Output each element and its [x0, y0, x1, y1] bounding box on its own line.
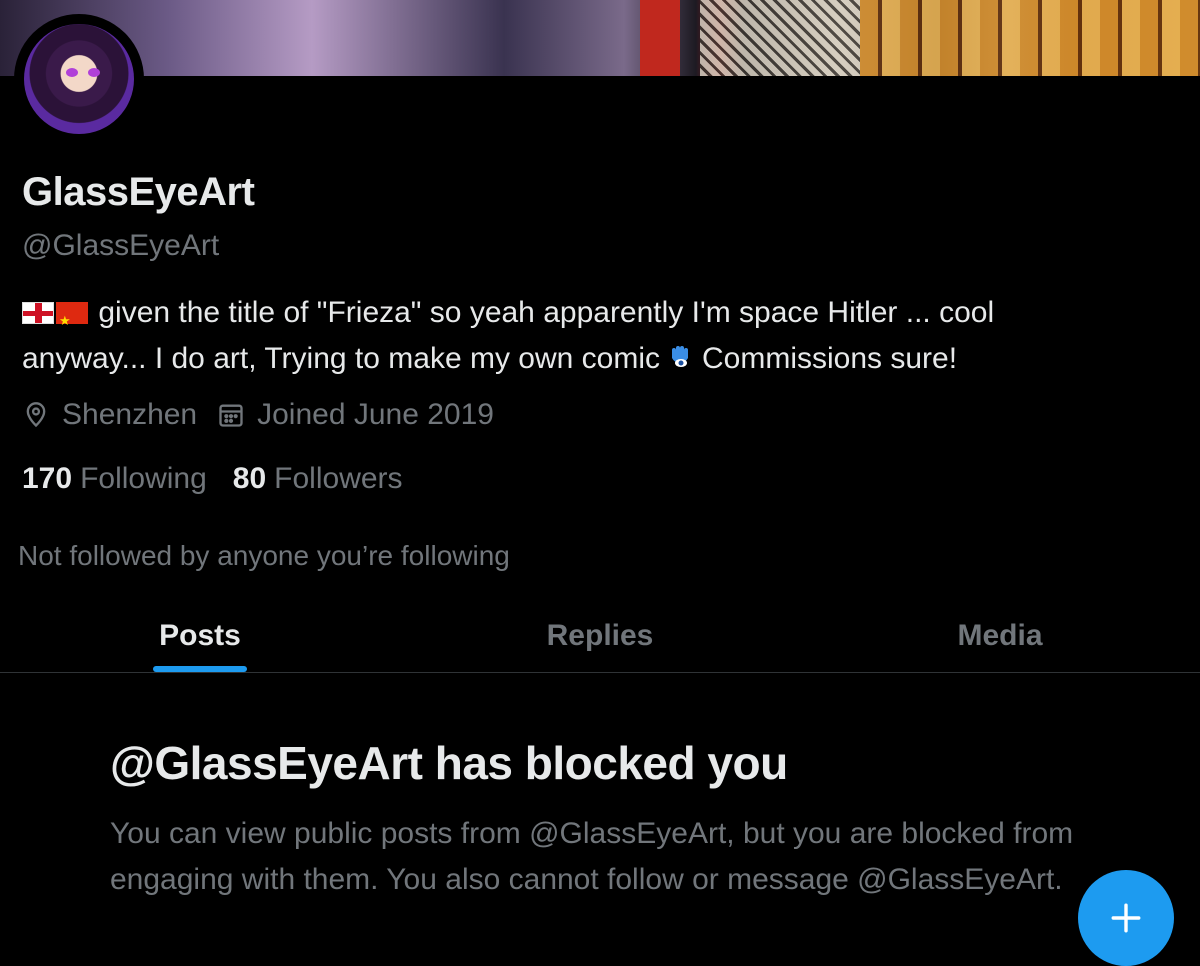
user-handle: @GlassEyeArt: [22, 229, 220, 262]
banner-art-segment: [860, 0, 1200, 76]
followers-link[interactable]: 80 Followers: [233, 462, 403, 496]
banner-art-segment: [640, 0, 680, 76]
tab-label: Replies: [546, 619, 654, 652]
tab-media[interactable]: Media: [800, 600, 1200, 672]
blocked-message: You can view public posts from @GlassEye…: [110, 817, 1074, 896]
following-count: 170: [22, 462, 73, 495]
profile-meta: Shenzhen Joined June 2019: [22, 398, 514, 432]
banner-art-segment: [700, 0, 860, 76]
following-label: Following: [80, 462, 207, 495]
blocked-title: @GlassEyeArt has blocked you: [110, 737, 788, 789]
avatar[interactable]: [14, 14, 144, 144]
avatar-image-detail: [66, 68, 78, 77]
avatar-image-detail: [88, 68, 100, 77]
active-tab-indicator: [153, 666, 247, 672]
followers-label: Followers: [274, 462, 403, 495]
compose-post-button[interactable]: [1078, 870, 1174, 966]
bio-text-line2: anyway... I do art, Trying to make my ow…: [22, 342, 660, 375]
plus-icon: [1111, 903, 1141, 933]
tab-replies[interactable]: Replies: [400, 600, 800, 672]
followers-count: 80: [232, 462, 267, 495]
avatar-image: [24, 24, 134, 134]
england-flag-icon: [22, 302, 54, 324]
display-name: GlassEyeArt: [22, 170, 255, 214]
profile-banner[interactable]: [0, 0, 1200, 76]
bio-text-commissions: Commissions sure!: [702, 342, 958, 375]
profile-bio: given the title of "Frieza" so yeah appa…: [22, 290, 1182, 382]
hamsa-icon: [672, 346, 688, 367]
location-item: Shenzhen: [22, 398, 197, 432]
profile-tabs: Posts Replies Media: [0, 600, 1200, 673]
joined-item: Joined June 2019: [217, 398, 494, 432]
joined-text: Joined June 2019: [257, 398, 494, 431]
following-link[interactable]: 170 Following: [22, 462, 207, 496]
china-flag-icon: [56, 298, 88, 344]
follow-counts: 170 Following 80 Followers: [22, 462, 429, 496]
tab-posts[interactable]: Posts: [0, 600, 400, 672]
location-pin-icon: [26, 402, 46, 428]
tab-label: Media: [957, 619, 1043, 652]
tab-label: Posts: [159, 619, 241, 652]
followed-by-note: Not followed by anyone you’re following: [18, 540, 510, 571]
location-text: Shenzhen: [62, 398, 198, 431]
bio-text-line1: given the title of "Frieza" so yeah appa…: [98, 296, 995, 329]
calendar-icon: [219, 404, 243, 427]
